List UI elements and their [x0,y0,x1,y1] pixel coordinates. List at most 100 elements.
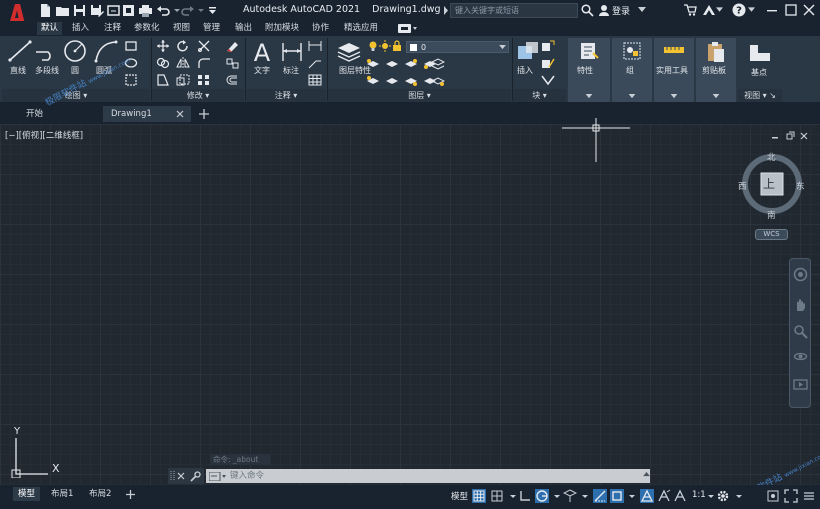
doc-tab-drawing1[interactable]: Drawing1 [103,106,191,122]
polyline-tool-icon[interactable] [34,40,60,62]
viewport-minimize-icon[interactable] [770,131,780,141]
layer-unisolate-icon[interactable] [385,75,399,87]
layer-match-icon[interactable] [366,58,380,70]
help-dropdown-icon[interactable] [748,7,755,13]
layer-states-icon[interactable] [431,58,445,70]
insert-block-icon[interactable] [516,40,540,62]
login-link[interactable]: 登录 [612,4,630,17]
showmotion-icon[interactable] [793,377,808,392]
open-web-icon[interactable] [106,3,121,18]
base-point-icon[interactable] [748,43,772,63]
properties-panel[interactable]: 特性 [568,38,610,102]
array-tool-icon[interactable] [197,74,211,86]
tab-view[interactable]: 视图 [169,22,194,35]
save-as-icon[interactable] [89,3,104,18]
workspace-gear-icon[interactable] [716,489,730,503]
close-icon[interactable] [801,2,817,18]
customize-statusbar-icon[interactable] [802,489,816,503]
search-input[interactable]: 键入关键字或短语 [450,3,578,18]
create-block-icon[interactable] [541,40,555,52]
tab-featured-apps[interactable]: 精选应用 [340,22,382,35]
customize-qat-icon[interactable] [205,3,220,18]
edit-attributes-icon[interactable] [541,74,555,86]
command-line-handle[interactable] [168,468,204,484]
drawing-canvas[interactable] [0,124,820,485]
expand-arrow-icon[interactable] [443,6,449,15]
object-snap-icon[interactable] [610,489,624,503]
base-point-label[interactable]: 基点 [751,67,767,78]
line-tool-label[interactable]: 直线 [10,65,26,76]
command-prompt-icon[interactable] [209,472,227,481]
tab-manage[interactable]: 管理 [199,22,224,35]
doc-tab-start[interactable]: 开始 [18,106,98,122]
leader-icon[interactable] [308,57,322,69]
view-panel-title[interactable]: 视图 ▾ ↘ [738,89,782,102]
explode-tool-icon[interactable] [225,57,239,69]
rotate-tool-icon[interactable] [176,40,190,52]
grid-icon[interactable] [472,489,486,503]
tab-layout1[interactable]: 布局1 [46,487,78,501]
orbit-icon[interactable] [793,349,808,364]
help-icon[interactable]: ? [732,3,746,17]
user-icon[interactable] [598,4,610,16]
snap-icon[interactable] [490,489,504,503]
text-tool-label[interactable]: 文字 [254,65,270,76]
zoom-extents-icon[interactable] [793,324,808,339]
isodraft-icon[interactable] [563,489,577,503]
viewport-restore-icon[interactable] [785,131,795,141]
layer-off-icon[interactable] [366,75,380,87]
groups-panel[interactable]: 组 [612,38,652,102]
undo-icon[interactable] [156,3,171,18]
tab-output[interactable]: 输出 [231,22,256,35]
annotation-visibility-icon[interactable] [640,489,654,503]
layer-walk-icon[interactable] [431,75,445,87]
viewport-controls[interactable]: [−][俯视][二维线框] [5,129,83,141]
ortho-icon[interactable] [518,489,532,503]
compass-south[interactable]: 南 [767,209,776,221]
search-icon[interactable] [581,4,594,17]
new-file-icon[interactable] [38,3,53,18]
new-tab-icon[interactable] [199,109,209,119]
edit-block-icon[interactable] [541,57,555,69]
drag-grip-icon[interactable] [170,471,176,481]
tab-addins[interactable]: 附加模块 [261,22,303,35]
model-space-toggle[interactable]: 模型 [451,490,468,502]
move-tool-icon[interactable] [156,40,170,52]
compass-west[interactable]: 西 [738,180,747,192]
auto-scale-icon[interactable] [657,489,671,503]
tab-annotate[interactable]: 注释 [100,22,125,35]
plot-icon[interactable] [138,3,153,18]
annotation-scale-icon[interactable] [673,489,687,503]
scale-tool-icon[interactable] [176,74,190,86]
restore-icon[interactable] [783,2,799,18]
annotation-panel-title[interactable]: 注释 ▾ [246,89,326,102]
clipboard-panel[interactable]: 剪贴板 [696,38,736,102]
table-icon[interactable] [308,74,322,86]
add-layout-icon[interactable] [126,490,135,499]
pan-icon[interactable] [793,297,808,312]
modify-panel-title[interactable]: 修改 ▾ [152,89,244,102]
layer-lock-icon[interactable] [390,40,404,52]
close-tab-icon[interactable] [176,110,184,118]
wcs-menu[interactable]: WCS [755,229,788,240]
dimension-tool-label[interactable]: 标注 [283,65,299,76]
rectangle-tool-icon[interactable] [124,40,138,52]
command-close-icon[interactable] [177,472,185,480]
save-icon[interactable] [72,3,87,18]
fillet-tool-icon[interactable] [197,57,211,69]
polar-dropdown-icon[interactable] [550,489,564,503]
layer-isolate-icon[interactable] [404,58,418,70]
cart-icon[interactable] [684,4,697,16]
text-tool-icon[interactable]: A [251,40,273,64]
layers-panel-title[interactable]: 图层 ▾ [328,89,511,102]
command-history-arrow-icon[interactable] [643,472,650,477]
copy-tool-icon[interactable] [156,57,170,69]
linear-dim-icon[interactable] [308,40,322,52]
a360-dropdown-icon[interactable] [716,7,723,13]
utilities-panel[interactable]: 实用工具 [654,38,694,102]
tab-default[interactable]: 默认 [37,22,63,35]
viewcube-top-face[interactable]: 上 [763,175,775,192]
polar-tracking-icon[interactable] [535,489,549,503]
trim-tool-icon[interactable] [197,40,211,52]
fullscreen-icon[interactable] [784,489,798,503]
